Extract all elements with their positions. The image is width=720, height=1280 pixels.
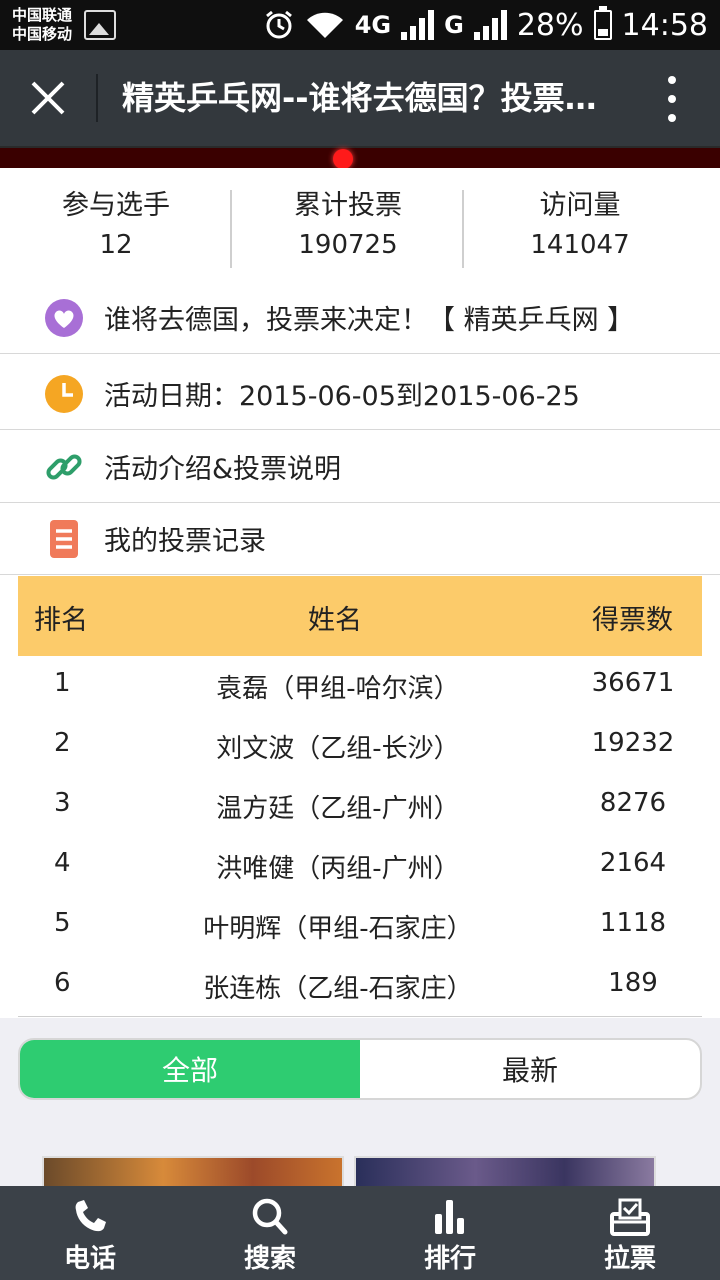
table-row[interactable]: 6 张连栋（乙组-石家庄） 189	[18, 956, 702, 1016]
header-name: 姓名	[308, 605, 362, 636]
info-row-intro[interactable]: 活动介绍&投票说明	[0, 431, 720, 503]
bar-chart-icon	[435, 1200, 464, 1234]
info-row-title: 谁将去德国，投票来决定！【 精英乒乓网 】	[0, 282, 720, 354]
tab-latest[interactable]: 最新	[360, 1040, 700, 1098]
main-card: 参与选手 12 累计投票 190725 访问量 141047 谁将去德国，投票来…	[0, 168, 720, 1018]
table-bottom-divider	[18, 1016, 702, 1017]
ranking-header: 排名 姓名 得票数	[18, 576, 702, 656]
list-icon	[50, 519, 78, 558]
row-rank: 3	[54, 788, 71, 818]
signal-2-icon	[473, 10, 507, 40]
row-rank: 5	[54, 908, 71, 938]
table-row[interactable]: 2 刘文波（乙组-长沙） 19232	[18, 716, 702, 776]
info-text: 谁将去德国，投票来决定！【 精英乒乓网 】	[104, 305, 635, 336]
alarm-icon	[265, 10, 292, 39]
table-row[interactable]: 1 袁磊（甲组-哈尔滨） 36671	[18, 656, 702, 716]
stat-participants: 参与选手 12	[0, 186, 232, 268]
loading-dot	[333, 149, 353, 169]
page-title: 精英乒乓网--谁将去德国？投票来决定！	[122, 79, 622, 117]
row-name: 刘文波（乙组-长沙）	[216, 734, 460, 764]
clock: 14:58	[621, 7, 708, 43]
table-row[interactable]: 4 洪唯健（丙组-广州） 2164	[18, 836, 702, 896]
info-text: 活动介绍&投票说明	[104, 454, 342, 485]
info-row-my-votes[interactable]: 我的投票记录	[0, 503, 720, 575]
more-menu-button[interactable]	[660, 76, 684, 122]
network-type-2: G	[444, 11, 464, 39]
carrier-info: 中国联通 中国移动	[12, 6, 72, 44]
row-name: 洪唯健（丙组-广州）	[216, 854, 460, 884]
close-icon	[31, 81, 65, 115]
row-rank: 1	[54, 668, 71, 698]
battery-icon	[593, 6, 612, 40]
header-rank: 排名	[34, 605, 88, 636]
image-notification-icon	[84, 10, 116, 40]
row-votes: 1118	[599, 908, 667, 938]
row-votes: 189	[608, 968, 658, 998]
nav-label: 电话	[63, 1244, 116, 1274]
nav-label: 拉票	[603, 1244, 656, 1274]
status-bar: 中国联通 中国移动 4G G 28% 14:58	[0, 0, 720, 50]
table-row[interactable]: 3 温方廷（乙组-广州） 8276	[18, 776, 702, 836]
info-text: 活动日期：2015-06-05到2015-06-25	[104, 381, 580, 412]
more-vertical-icon	[668, 76, 676, 84]
ballot-box-icon	[610, 1198, 650, 1236]
signal-1-icon	[401, 10, 435, 40]
network-type-1: 4G	[354, 11, 392, 39]
nav-label: 排行	[423, 1244, 476, 1274]
stat-visits: 访问量 141047	[464, 186, 696, 268]
row-name: 叶明辉（甲组-石家庄）	[203, 914, 473, 944]
nav-canvass[interactable]: 拉票	[540, 1186, 720, 1280]
bottom-nav: 电话 搜索 排行 拉票	[0, 1186, 720, 1280]
battery-fill	[597, 28, 608, 36]
row-name: 张连栋（乙组-石家庄）	[203, 974, 473, 1004]
title-bar: 精英乒乓网--谁将去德国？投票来决定！	[0, 50, 720, 146]
header-votes: 得票数	[592, 605, 673, 636]
clock-icon	[45, 374, 83, 413]
stat-label: 访问量	[539, 190, 621, 221]
stat-total-votes: 累计投票 190725	[232, 186, 464, 268]
nav-label: 搜索	[243, 1244, 296, 1274]
row-votes: 19232	[591, 728, 675, 758]
info-text: 我的投票记录	[104, 526, 266, 557]
search-icon	[252, 1198, 288, 1235]
stat-label: 累计投票	[294, 190, 402, 221]
stat-label: 参与选手	[62, 190, 170, 221]
phone-icon	[75, 1200, 106, 1232]
row-name: 袁磊（甲组-哈尔滨）	[216, 674, 460, 704]
loading-strip	[0, 146, 720, 169]
ranking-table: 排名 姓名 得票数 1 袁磊（甲组-哈尔滨） 36671 2 刘文波（乙组-长沙…	[18, 576, 702, 1016]
stat-value: 141047	[530, 230, 630, 260]
tab-all[interactable]: 全部	[20, 1040, 360, 1098]
stat-value: 12	[99, 230, 133, 260]
row-name: 温方廷（乙组-广州）	[216, 794, 460, 824]
info-row-date: 活动日期：2015-06-05到2015-06-25	[0, 358, 720, 430]
close-button[interactable]	[22, 72, 74, 124]
nav-ranking[interactable]: 排行	[360, 1186, 540, 1280]
battery-percent: 28%	[516, 7, 584, 43]
row-votes: 36671	[591, 668, 675, 698]
stat-value: 190725	[298, 230, 398, 260]
stats-bar: 参与选手 12 累计投票 190725 访问量 141047	[0, 186, 720, 268]
heart-icon	[45, 298, 83, 337]
filter-tabs: 全部 最新	[18, 1038, 702, 1100]
nav-search[interactable]: 搜索	[180, 1186, 360, 1280]
row-rank: 6	[54, 968, 71, 998]
status-icons: 4G G 28% 14:58	[263, 0, 708, 50]
wifi-icon	[306, 12, 343, 38]
link-icon	[46, 453, 82, 480]
title-divider	[96, 74, 98, 122]
row-rank: 4	[54, 848, 71, 878]
carrier-line-2: 中国移动	[12, 25, 73, 43]
carrier-line-1: 中国联通	[12, 6, 73, 24]
table-row[interactable]: 5 叶明辉（甲组-石家庄） 1118	[18, 896, 702, 956]
nav-phone[interactable]: 电话	[0, 1186, 180, 1280]
row-votes: 2164	[599, 848, 667, 878]
row-votes: 8276	[599, 788, 667, 818]
row-rank: 2	[54, 728, 71, 758]
